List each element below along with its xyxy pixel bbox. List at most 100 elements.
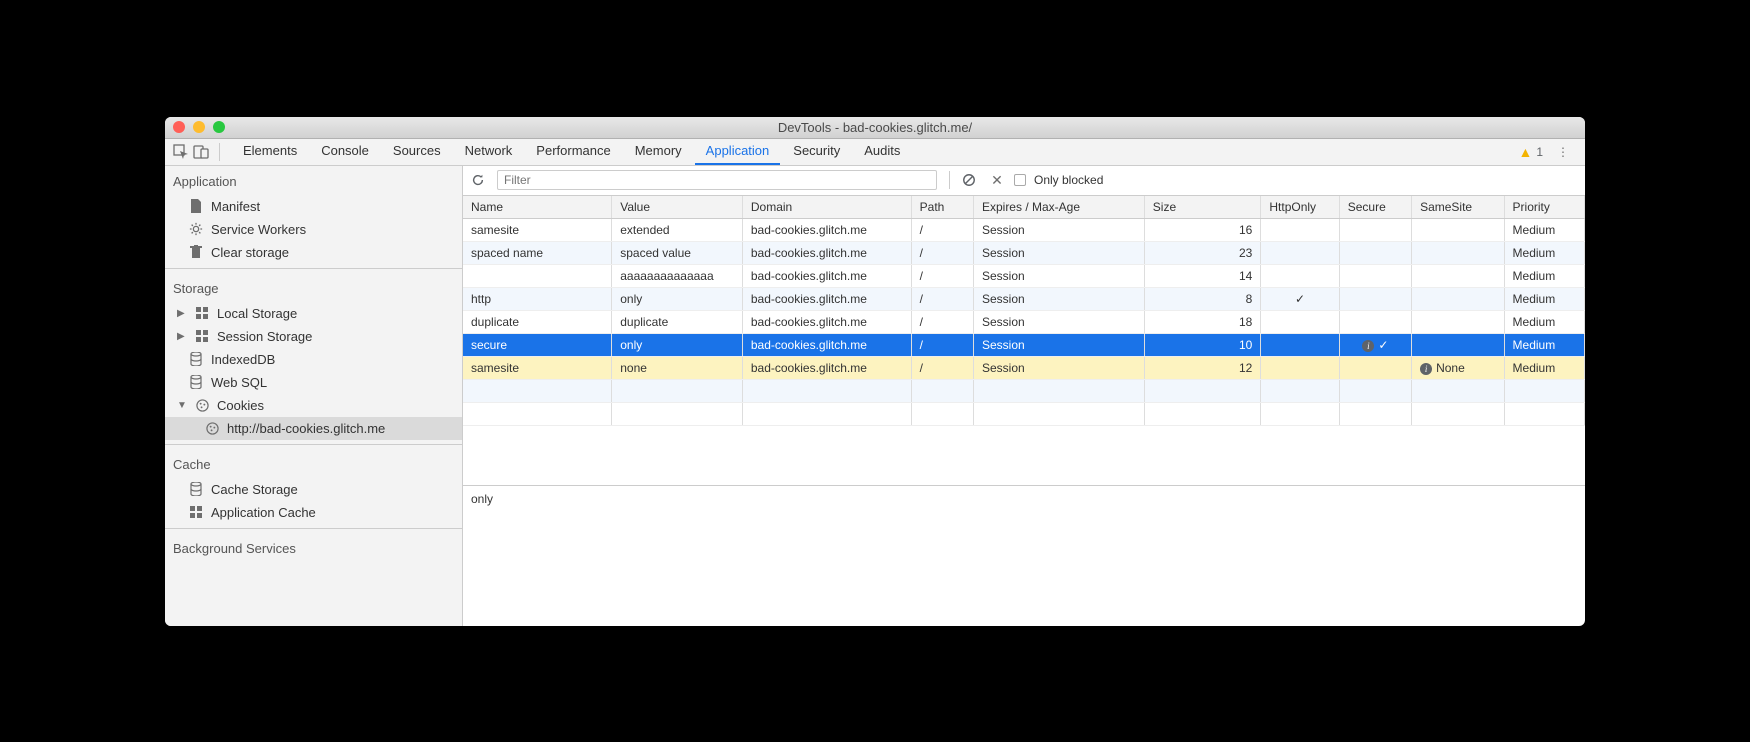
chevron-down-icon[interactable]: ▼ [177, 400, 187, 411]
cookie-row[interactable]: samesitenonebad-cookies.glitch.me/Sessio… [463, 356, 1585, 379]
sidebar-item-session-storage[interactable]: ▶ Session Storage [165, 325, 462, 348]
cell-domain: bad-cookies.glitch.me [742, 287, 911, 310]
tab-application[interactable]: Application [695, 138, 781, 165]
cookies-panel: ✕ Only blocked NameValueDomainPathExpire… [463, 166, 1585, 626]
column-header-domain[interactable]: Domain [742, 196, 911, 219]
sidebar-item-cookies[interactable]: ▼Cookies [165, 394, 462, 417]
cell-httpOnly [1261, 310, 1339, 333]
sidebar-item-manifest[interactable]: Manifest [165, 195, 462, 218]
cell-name: samesite [463, 356, 612, 379]
sidebar-item-label: Service Workers [211, 222, 306, 237]
cell-sameSite [1412, 333, 1504, 356]
sidebar-item-cache-storage[interactable]: Cache Storage [165, 478, 462, 501]
application-sidebar: ApplicationManifestService WorkersClear … [165, 166, 463, 626]
tab-network[interactable]: Network [454, 138, 524, 165]
cookie-detail-value: only [471, 492, 493, 506]
cell-value: only [612, 333, 743, 356]
more-menu-icon[interactable]: ⋮ [1553, 142, 1573, 162]
cell-size: 23 [1144, 241, 1261, 264]
window-title: DevTools - bad-cookies.glitch.me/ [165, 120, 1585, 135]
cell-expires: Session [973, 287, 1144, 310]
delete-selected-icon[interactable]: ✕ [988, 172, 1006, 189]
grid-icon [195, 329, 209, 343]
only-blocked-checkbox[interactable] [1014, 174, 1026, 186]
empty-row [463, 402, 1585, 425]
cell-size: 16 [1144, 218, 1261, 241]
cell-sameSite [1412, 218, 1504, 241]
tab-memory[interactable]: Memory [624, 138, 693, 165]
sidebar-item-label: Web SQL [211, 375, 267, 390]
chevron-right-icon[interactable]: ▶ [177, 331, 187, 342]
column-header-sameSite[interactable]: SameSite [1412, 196, 1504, 219]
column-header-value[interactable]: Value [612, 196, 743, 219]
refresh-icon[interactable] [471, 173, 489, 187]
sidebar-item-application-cache[interactable]: Application Cache [165, 501, 462, 524]
cell-sameSite [1412, 287, 1504, 310]
cookie-row[interactable]: spaced namespaced valuebad-cookies.glitc… [463, 241, 1585, 264]
db-icon [189, 352, 203, 366]
cell-name: secure [463, 333, 612, 356]
tab-performance[interactable]: Performance [525, 138, 621, 165]
trash-icon [189, 245, 203, 259]
tab-console[interactable]: Console [310, 138, 380, 165]
tab-elements[interactable]: Elements [232, 138, 308, 165]
sidebar-item-label: Session Storage [217, 329, 312, 344]
cell-path: / [911, 333, 973, 356]
column-header-httpOnly[interactable]: HttpOnly [1261, 196, 1339, 219]
cookie-row[interactable]: httponlybad-cookies.glitch.me/Session8✓M… [463, 287, 1585, 310]
tab-sources[interactable]: Sources [382, 138, 452, 165]
sidebar-item-service-workers[interactable]: Service Workers [165, 218, 462, 241]
cell-value: only [612, 287, 743, 310]
chevron-right-icon[interactable]: ▶ [177, 308, 187, 319]
cell-path: / [911, 218, 973, 241]
separator [219, 143, 220, 161]
column-header-expires[interactable]: Expires / Max-Age [973, 196, 1144, 219]
cell-domain: bad-cookies.glitch.me [742, 264, 911, 287]
cookie-row[interactable]: secureonlybad-cookies.glitch.me/Session1… [463, 333, 1585, 356]
close-window-button[interactable] [173, 121, 185, 133]
sidebar-item-cookie-origin[interactable]: http://bad-cookies.glitch.me [165, 417, 462, 440]
sidebar-section-storage: Storage [165, 273, 462, 302]
sidebar-item-local-storage[interactable]: ▶Local Storage [165, 302, 462, 325]
sidebar-item-label: http://bad-cookies.glitch.me [227, 421, 385, 436]
clear-all-icon[interactable] [962, 173, 980, 187]
minimize-window-button[interactable] [193, 121, 205, 133]
cell-path: / [911, 287, 973, 310]
cookie-row[interactable]: duplicateduplicatebad-cookies.glitch.me/… [463, 310, 1585, 333]
column-header-size[interactable]: Size [1144, 196, 1261, 219]
sidebar-item-web-sql[interactable]: Web SQL [165, 371, 462, 394]
sidebar-item-clear-storage[interactable]: Clear storage [165, 241, 462, 264]
column-header-secure[interactable]: Secure [1339, 196, 1411, 219]
column-header-path[interactable]: Path [911, 196, 973, 219]
sidebar-item-indexeddb[interactable]: IndexedDB [165, 348, 462, 371]
cell-httpOnly [1261, 333, 1339, 356]
cell-domain: bad-cookies.glitch.me [742, 333, 911, 356]
main-toolbar: ElementsConsoleSourcesNetworkPerformance… [165, 139, 1585, 166]
cell-expires: Session [973, 218, 1144, 241]
tab-security[interactable]: Security [782, 138, 851, 165]
devtools-window: DevTools - bad-cookies.glitch.me/ Elemen… [165, 117, 1585, 626]
filter-input[interactable] [497, 170, 937, 190]
cell-size: 14 [1144, 264, 1261, 287]
cell-expires: Session [973, 333, 1144, 356]
column-header-name[interactable]: Name [463, 196, 612, 219]
grid-icon [189, 505, 203, 519]
cell-priority: Medium [1504, 218, 1584, 241]
cell-name: samesite [463, 218, 612, 241]
cell-sameSite: iNone [1412, 356, 1504, 379]
warnings-badge[interactable]: ▲ 1 [1518, 144, 1543, 160]
cookie-row[interactable]: aaaaaaaaaaaaaabad-cookies.glitch.me/Sess… [463, 264, 1585, 287]
inspect-element-icon[interactable] [171, 142, 191, 162]
cell-expires: Session [973, 241, 1144, 264]
cookie-icon [195, 398, 209, 412]
warning-icon: ▲ [1518, 144, 1532, 160]
cell-expires: Session [973, 264, 1144, 287]
cell-httpOnly [1261, 218, 1339, 241]
zoom-window-button[interactable] [213, 121, 225, 133]
tab-audits[interactable]: Audits [853, 138, 911, 165]
device-toggle-icon[interactable] [191, 142, 211, 162]
cookie-row[interactable]: samesiteextendedbad-cookies.glitch.me/Se… [463, 218, 1585, 241]
column-header-priority[interactable]: Priority [1504, 196, 1584, 219]
sidebar-section-background-services: Background Services [165, 533, 462, 562]
cell-expires: Session [973, 356, 1144, 379]
